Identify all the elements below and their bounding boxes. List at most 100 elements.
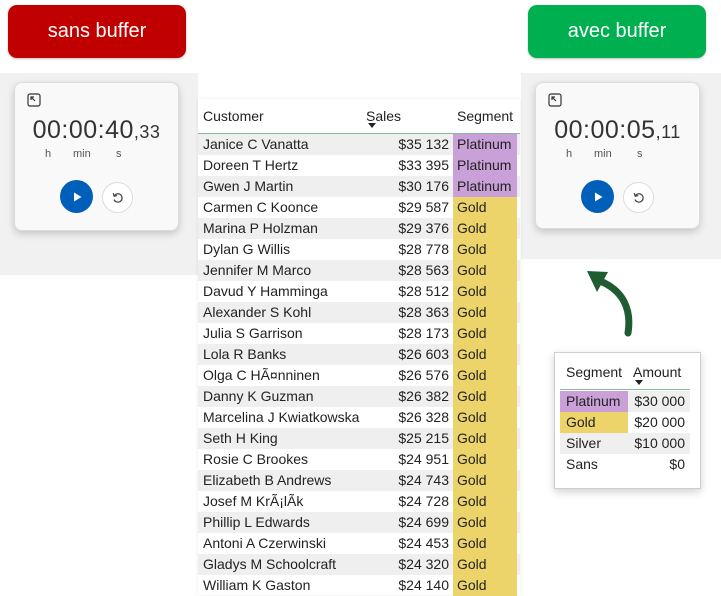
table-row[interactable]: William K Gaston $24 140 Gold [198,575,520,596]
table-row[interactable]: Julia S Garrison $28 173 Gold [198,323,520,344]
sales-value: $28 363 [398,304,449,320]
segment-badge: Gold [453,239,517,260]
customer-name: Janice C Vanatta [203,136,309,152]
table-row[interactable]: Olga C HÃ¤nninen $26 576 Gold [198,365,520,386]
legend-amount: $10 000 [634,435,685,451]
legend-header-amount[interactable]: Amount [633,364,681,380]
sales-value: $24 728 [398,493,449,509]
play-button[interactable] [60,180,93,213]
time-centiseconds: ,11 [655,122,681,142]
sales-value: $33 395 [398,157,449,173]
legend-segment: Gold [560,412,628,433]
segment-badge: Gold [453,470,517,491]
segment-badge: Gold [453,323,517,344]
play-icon [73,192,81,201]
reset-icon [112,192,123,203]
customer-name: Josef M KrÃ¡lÃ­k [203,493,304,509]
sales-value: $35 132 [398,136,449,152]
legend-segment: Platinum [560,391,628,412]
left-stopwatch-widget: 00:00:40,33 h min s [14,82,179,231]
elapsed-time: 00:00:40,33 [15,116,178,145]
segment-badge: Platinum [453,176,517,197]
expand-icon[interactable] [27,93,41,107]
unit-seconds: s [637,148,643,160]
customer-name: Davud Y Hamminga [203,283,328,299]
table-row[interactable]: Elizabeth B Andrews $24 743 Gold [198,470,520,491]
table-row[interactable]: Davud Y Hamminga $28 512 Gold [198,281,520,302]
header-segment[interactable]: Segment [457,108,513,124]
segment-badge: Gold [453,302,517,323]
sales-value: $24 699 [398,514,449,530]
reset-button[interactable] [623,182,654,213]
table-row[interactable]: Antoni A Czerwinski $24 453 Gold [198,533,520,554]
table-row[interactable]: Janice C Vanatta $35 132 Platinum [198,134,520,155]
legend-row[interactable]: Gold $20 000 [560,412,690,433]
unit-seconds: s [116,148,122,160]
customer-name: Seth H King [203,430,278,446]
sort-descending-icon [368,123,376,128]
sales-value: $26 576 [398,367,449,383]
legend-amount: $0 [669,456,685,472]
reset-button[interactable] [102,182,133,213]
customer-name: Marcelina J Kwiatkowska [203,409,360,425]
sales-value: $29 376 [398,220,449,236]
customer-name: Alexander S Kohl [203,304,312,320]
time-main: 00:00:05 [554,116,656,144]
legend-row[interactable]: Sans $0 [560,454,690,475]
table-row[interactable]: Marcelina J Kwiatkowska $26 328 Gold [198,407,520,428]
sort-descending-icon [635,380,643,385]
table-row[interactable]: Seth H King $25 215 Gold [198,428,520,449]
sales-value: $24 453 [398,535,449,551]
segment-badge: Gold [453,197,517,218]
table-row[interactable]: Josef M KrÃ¡lÃ­k $24 728 Gold [198,491,520,512]
customer-name: Dylan G Willis [203,241,291,257]
sales-value: $30 176 [398,178,449,194]
table-row[interactable]: Gladys M Schoolcraft $24 320 Gold [198,554,520,575]
table-row[interactable]: Phillip L Edwards $24 699 Gold [198,512,520,533]
table-row[interactable]: Carmen C Koonce $29 587 Gold [198,197,520,218]
legend-amount: $20 000 [634,414,685,430]
table-row[interactable]: Doreen T Hertz $33 395 Platinum [198,155,520,176]
segment-badge: Gold [453,575,517,596]
segment-badge: Gold [453,344,517,365]
avec-buffer-button[interactable]: avec buffer [528,5,706,58]
table-row[interactable]: Alexander S Kohl $28 363 Gold [198,302,520,323]
sales-value: $28 173 [398,325,449,341]
customer-name: Julia S Garrison [203,325,303,341]
unit-minutes: min [594,148,612,160]
sans-buffer-label: sans buffer [47,20,147,42]
play-button[interactable] [581,180,614,213]
sales-value: $26 328 [398,409,449,425]
sales-value: $24 743 [398,472,449,488]
legend-row[interactable]: Platinum $30 000 [560,391,690,412]
segment-badge: Gold [453,365,517,386]
header-sales[interactable]: Sales [366,108,401,124]
table-row[interactable]: Jennifer M Marco $28 563 Gold [198,260,520,281]
expand-icon[interactable] [548,93,562,107]
table-header: Customer Sales Segment [198,99,520,134]
legend-header: Segment Amount [560,353,690,390]
right-stopwatch-widget: 00:00:05,11 h min s [535,82,700,229]
segment-badge: Platinum [453,155,517,176]
customer-name: Olga C HÃ¤nninen [203,367,320,383]
customer-name: Carmen C Koonce [203,199,319,215]
time-centiseconds: ,33 [133,122,161,142]
sales-value: $24 320 [398,556,449,572]
customer-sales-table: Customer Sales Segment Janice C Vanatta $… [198,99,520,596]
segment-badge: Gold [453,260,517,281]
table-row[interactable]: Gwen J Martin $30 176 Platinum [198,176,520,197]
legend-row[interactable]: Silver $10 000 [560,433,690,454]
sans-buffer-button[interactable]: sans buffer [8,5,186,58]
table-row[interactable]: Lola R Banks $26 603 Gold [198,344,520,365]
legend-header-segment[interactable]: Segment [566,364,622,380]
sales-value: $28 512 [398,283,449,299]
segment-badge: Gold [453,554,517,575]
table-row[interactable]: Danny K Guzman $26 382 Gold [198,386,520,407]
elapsed-time: 00:00:05,11 [536,116,699,145]
legend-amount: $30 000 [634,393,685,409]
header-customer[interactable]: Customer [203,108,264,124]
table-row[interactable]: Rosie C Brookes $24 951 Gold [198,449,520,470]
table-row[interactable]: Marina P Holzman $29 376 Gold [198,218,520,239]
sales-value: $24 140 [398,577,449,593]
table-row[interactable]: Dylan G Willis $28 778 Gold [198,239,520,260]
